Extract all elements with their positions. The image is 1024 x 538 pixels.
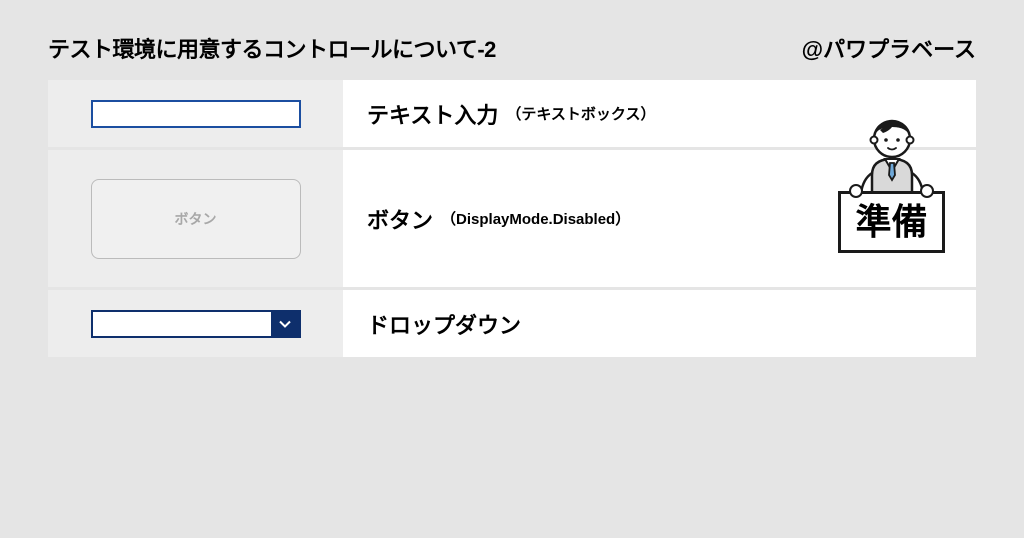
- businessman-icon: [847, 115, 937, 195]
- control-preview-cell: [48, 290, 343, 360]
- control-preview-cell: [48, 80, 343, 150]
- control-title: テキスト入力: [367, 98, 498, 130]
- header: テスト環境に用意するコントロールについて-2 @パワプラベース: [0, 0, 1024, 80]
- dropdown-control[interactable]: [91, 310, 301, 338]
- control-preview-cell: ボタン: [48, 150, 343, 290]
- author-handle: @パワプラベース: [802, 32, 976, 64]
- page-title: テスト環境に用意するコントロールについて-2: [48, 32, 496, 64]
- dropdown-toggle[interactable]: [271, 312, 299, 336]
- sign-label: 準備: [855, 201, 927, 242]
- hand-icon: [920, 184, 934, 198]
- sign-board: 準備: [838, 191, 944, 253]
- control-subtitle: （DisplayMode.Disabled）: [441, 208, 630, 229]
- control-description-cell: ドロップダウン: [343, 290, 976, 360]
- character-figure: 準備: [809, 115, 974, 253]
- text-input-control[interactable]: [91, 100, 301, 128]
- control-title: ボタン: [367, 203, 433, 235]
- hand-icon: [849, 184, 863, 198]
- chevron-down-icon: [279, 320, 291, 328]
- disabled-button-control: ボタン: [91, 179, 301, 259]
- control-subtitle: （テキストボックス）: [506, 103, 655, 124]
- dropdown-body[interactable]: [93, 312, 271, 336]
- control-title: ドロップダウン: [367, 308, 521, 340]
- table-row: ドロップダウン: [48, 290, 976, 360]
- disabled-button-label: ボタン: [175, 209, 217, 229]
